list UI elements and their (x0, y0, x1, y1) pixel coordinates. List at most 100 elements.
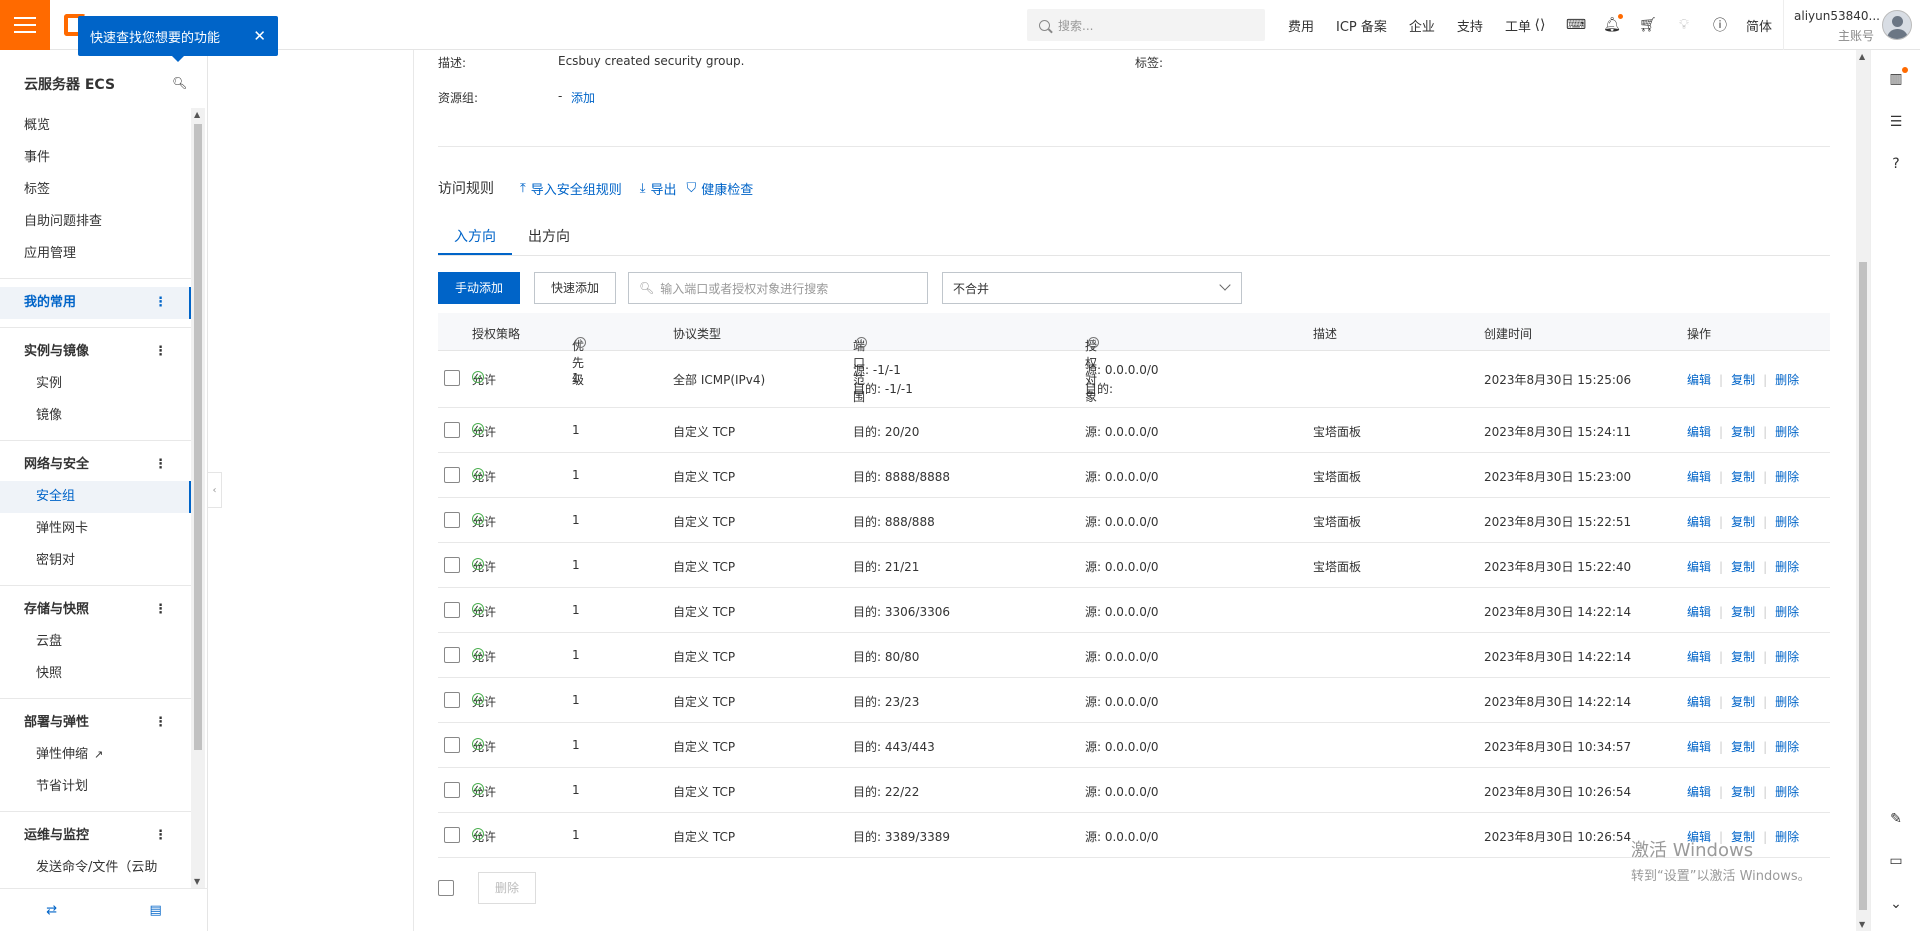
copy-link[interactable]: 复制 (1731, 470, 1755, 484)
sidebar-item-17[interactable]: 存储与快照 ⋮ (0, 594, 191, 626)
delete-link[interactable]: 删除 (1775, 605, 1799, 619)
scroll-down-icon[interactable]: ▼ (1859, 920, 1865, 929)
sidebar-scroll-thumb[interactable] (194, 124, 202, 750)
sidebar-item-22[interactable]: 弹性伸缩 ↗ (0, 739, 191, 771)
copy-link[interactable]: 复制 (1731, 425, 1755, 439)
sidebar-item-19[interactable]: 快照 (0, 658, 191, 690)
bell-icon[interactable]: 🔔︎ (1602, 14, 1623, 35)
delete-link[interactable]: 删除 (1775, 560, 1799, 574)
copy-link[interactable]: 复制 (1731, 740, 1755, 754)
nav-icp[interactable]: ICP 备案 (1336, 16, 1387, 35)
language-switch[interactable]: 简体 (1746, 16, 1772, 35)
copy-link[interactable]: 复制 (1731, 515, 1755, 529)
select-all-checkbox[interactable] (438, 880, 454, 896)
row-checkbox[interactable] (444, 467, 460, 483)
delete-link[interactable]: 删除 (1775, 425, 1799, 439)
import-rules-button[interactable]: ⤒ 导入安全组规则 (520, 179, 622, 198)
copy-link[interactable]: 复制 (1731, 560, 1755, 574)
help-icon[interactable]: ? (1887, 155, 1905, 173)
sidebar-item-4[interactable]: 应用管理 (0, 238, 191, 270)
edit-link[interactable]: 编辑 (1687, 560, 1711, 574)
export-button[interactable]: ⤓ 导出 (640, 179, 677, 198)
feedback-icon[interactable]: ▤ (149, 903, 161, 918)
edit-icon[interactable]: ✎ (1887, 810, 1905, 828)
sidebar-item-18[interactable]: 云盘 (0, 626, 191, 658)
row-checkbox[interactable] (444, 647, 460, 663)
book-icon[interactable]: ▥ (1887, 67, 1908, 88)
close-icon[interactable]: ✕ (253, 27, 266, 45)
sidebar-item-15[interactable]: 密钥对 (0, 545, 191, 577)
edit-link[interactable]: 编辑 (1687, 373, 1711, 387)
nav-support[interactable]: 支持 (1457, 16, 1483, 35)
row-checkbox[interactable] (444, 422, 460, 438)
collapse-icon[interactable]: ⌄ (1887, 895, 1905, 913)
info-icon[interactable]: i (1088, 337, 1099, 348)
list-icon[interactable]: ☰ (1887, 113, 1905, 131)
scroll-up-icon[interactable]: ▲ (1859, 52, 1865, 61)
merge-select[interactable]: 不合并 (942, 272, 1243, 304)
sidebar-item-26[interactable]: 发送命令/文件（云助 (0, 852, 191, 884)
sidebar-search-icon[interactable]: 🔍︎ (172, 76, 187, 90)
more-icon[interactable]: ⋮ (154, 336, 167, 368)
sidebar-item-21[interactable]: 部署与弹性 ⋮ (0, 707, 191, 739)
sidebar-item-3[interactable]: 自助问题排查 (0, 206, 191, 238)
info-icon[interactable]: i (856, 337, 867, 348)
delete-link[interactable]: 删除 (1775, 740, 1799, 754)
copy-link[interactable]: 复制 (1731, 650, 1755, 664)
main-scroll-thumb[interactable] (1859, 262, 1867, 910)
health-check-button[interactable]: ⛉ 健康检查 (687, 179, 754, 198)
sidebar-item-23[interactable]: 节省计划 (0, 771, 191, 803)
nav-enterprise[interactable]: 企业 (1409, 16, 1435, 35)
main-scrollbar[interactable]: ▲ ▼ (1856, 50, 1870, 931)
lightbulb-icon[interactable]: 💡︎ (1674, 15, 1694, 35)
row-checkbox[interactable] (444, 557, 460, 573)
copy-link[interactable]: 复制 (1731, 373, 1755, 387)
sidebar-collapse-icon[interactable]: ‹ (208, 472, 222, 508)
copy-link[interactable]: 复制 (1731, 605, 1755, 619)
menu-icon[interactable] (0, 0, 50, 50)
batch-delete-button[interactable]: 删除 (478, 872, 537, 904)
sidebar-item-2[interactable]: 标签 (0, 174, 191, 206)
delete-link[interactable]: 删除 (1775, 785, 1799, 799)
cart-icon[interactable]: 🛒︎ (1638, 15, 1658, 35)
edit-link[interactable]: 编辑 (1687, 425, 1711, 439)
edit-link[interactable]: 编辑 (1687, 515, 1711, 529)
delete-link[interactable]: 删除 (1775, 470, 1799, 484)
info-icon[interactable]: i (575, 337, 586, 348)
account-menu[interactable]: aliyun53840... 主账号 (1783, 0, 1920, 50)
row-checkbox[interactable] (444, 782, 460, 798)
sidebar-item-0[interactable]: 概览 (0, 110, 191, 142)
rule-search-input[interactable]: 🔍︎ 输入端口或者授权对象进行搜索 (628, 272, 929, 304)
tab-outbound[interactable]: 出方向 (512, 220, 586, 255)
edit-link[interactable]: 编辑 (1687, 605, 1711, 619)
switch-icon[interactable]: ⇄ (46, 903, 57, 918)
scroll-down-icon[interactable]: ▼ (194, 877, 200, 886)
row-checkbox[interactable] (444, 602, 460, 618)
more-icon[interactable]: ⋮ (154, 820, 167, 852)
edit-link[interactable]: 编辑 (1687, 695, 1711, 709)
nav-billing[interactable]: 费用 (1288, 16, 1314, 35)
delete-link[interactable]: 删除 (1775, 650, 1799, 664)
sidebar-item-25[interactable]: 运维与监控 ⋮ (0, 820, 191, 852)
delete-link[interactable]: 删除 (1775, 373, 1799, 387)
nav-ticket[interactable]: 工单 (1505, 16, 1531, 35)
avatar[interactable] (1882, 10, 1912, 40)
manual-add-button[interactable]: 手动添加 (438, 272, 521, 304)
copy-link[interactable]: 复制 (1731, 695, 1755, 709)
more-icon[interactable]: ⋮ (154, 594, 167, 626)
sidebar-item-9[interactable]: 实例 (0, 368, 191, 400)
sidebar-item-6[interactable]: 我的常用 ⋮ (0, 287, 191, 319)
scroll-up-icon[interactable]: ▲ (194, 110, 200, 119)
tab-inbound[interactable]: 入方向 (438, 220, 512, 255)
more-icon[interactable]: ⋮ (154, 287, 167, 319)
sidebar-item-10[interactable]: 镜像 (0, 400, 191, 432)
row-checkbox[interactable] (444, 370, 460, 386)
row-checkbox[interactable] (444, 692, 460, 708)
chat-icon[interactable]: ▭ (1887, 852, 1905, 870)
more-icon[interactable]: ⋮ (154, 449, 167, 481)
global-search-input[interactable]: 搜索... (1027, 9, 1265, 41)
sidebar-item-12[interactable]: 网络与安全 ⋮ (0, 449, 191, 481)
terminal-icon[interactable]: ⌨ (1566, 15, 1586, 35)
add-resource-group-link[interactable]: 添加 (571, 89, 595, 106)
sidebar-item-8[interactable]: 实例与镜像 ⋮ (0, 336, 191, 368)
